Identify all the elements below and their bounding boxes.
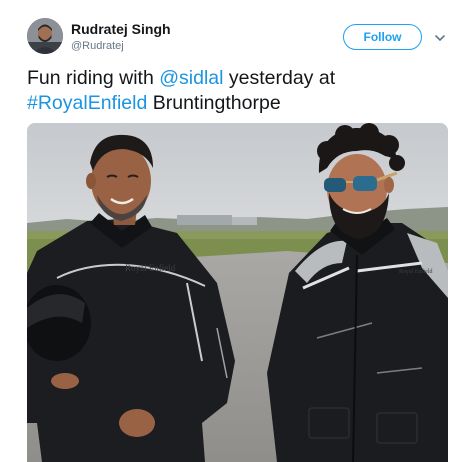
avatar-photo-icon	[27, 18, 63, 54]
tweet-text-segment: Fun riding with	[27, 67, 160, 89]
tweet-text-segment: Bruntingthorpe	[147, 92, 281, 114]
tweet-photo[interactable]: Royal Enfield Royal Enfield	[27, 123, 448, 462]
tweet-text: Fun riding with @sidlal yesterday at #Ro…	[27, 66, 457, 116]
mention-link[interactable]: @sidlal	[159, 67, 223, 89]
tweet-card: Rudratej Singh @Rudratej Follow Fun ridi…	[0, 0, 474, 462]
jacket-logo-text-right: Royal Enfield	[399, 268, 433, 275]
author-avatar[interactable]	[27, 18, 63, 54]
chevron-down-icon[interactable]	[433, 31, 447, 45]
author-name[interactable]: Rudratej Singh	[71, 21, 171, 37]
tweet-text-segment: yesterday at	[223, 67, 336, 89]
jacket-logo-text: Royal Enfield	[125, 263, 176, 273]
photo-scene: Royal Enfield Royal Enfield	[27, 123, 448, 462]
follow-button[interactable]: Follow	[343, 24, 422, 50]
author-handle[interactable]: @Rudratej	[71, 40, 124, 52]
hashtag-link[interactable]: #RoyalEnfield	[27, 92, 147, 114]
